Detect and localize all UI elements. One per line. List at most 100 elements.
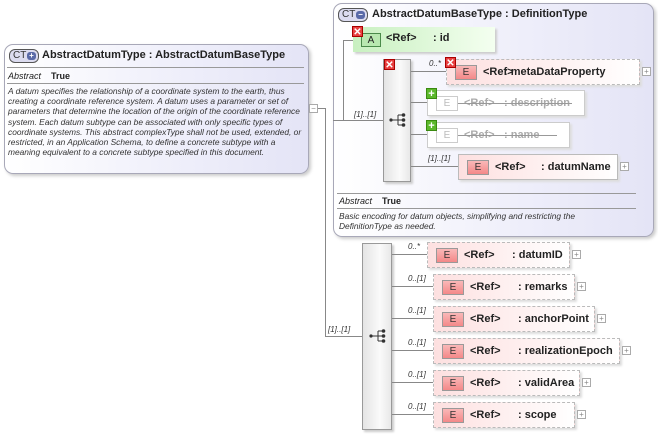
connector	[411, 134, 427, 135]
connector	[392, 414, 433, 415]
removed-icon: ✕	[445, 57, 456, 69]
attribute-ref: <Ref>	[386, 32, 417, 44]
connector	[325, 108, 326, 337]
element-tag: E	[436, 128, 458, 143]
occurrence-label: [1]..[1]	[428, 154, 451, 163]
added-icon: +	[426, 88, 437, 100]
abstract-label: Abstract	[339, 196, 373, 206]
expand-toggle[interactable]: +	[597, 314, 606, 323]
element-datumID[interactable]: E <Ref> : datumID	[427, 242, 570, 268]
element-scope[interactable]: E <Ref> : scope	[433, 402, 575, 428]
element-ref: <Ref>	[470, 409, 501, 421]
element-name: : realizationEpoch	[518, 345, 613, 357]
type-title: AbstractDatumBaseType : DefinitionType	[372, 8, 588, 20]
abstract-row: Abstract True	[8, 71, 70, 81]
connector	[392, 382, 433, 383]
element-tag: E	[442, 312, 464, 327]
element-name[interactable]: E <Ref> : name	[427, 122, 570, 148]
attribute-tag: A	[361, 33, 381, 47]
element-ref: <Ref>	[470, 377, 501, 389]
element-tag: E	[436, 96, 458, 111]
element-ref: <Ref>	[464, 249, 495, 261]
element-datumName[interactable]: E <Ref> : datumName	[458, 154, 618, 180]
element-metaDataProperty[interactable]: E <Ref> : metaDataProperty	[446, 59, 640, 85]
collapse-toggle[interactable]: −	[309, 104, 318, 113]
connector	[392, 254, 427, 255]
element-name: : validArea	[518, 377, 575, 389]
occurrence-label: 0..[1]	[408, 402, 426, 411]
divider	[7, 67, 304, 68]
connector	[411, 102, 427, 103]
abstract-value: True	[51, 71, 71, 81]
connector	[318, 108, 325, 109]
connector	[411, 71, 446, 72]
connector	[392, 286, 433, 287]
element-ref: <Ref>	[470, 281, 501, 293]
complex-type-icon: CT +	[9, 49, 39, 63]
expand-toggle[interactable]: +	[620, 162, 629, 171]
type-description: A datum specifies the relationship of a …	[8, 86, 302, 158]
abstract-datum-type-box[interactable]: CT + AbstractDatumType : AbstractDatumBas…	[4, 44, 309, 174]
sequence-icon	[389, 113, 406, 127]
abstract-row: Abstract True	[339, 196, 401, 206]
element-name: : anchorPoint	[518, 313, 589, 325]
element-tag: E	[442, 344, 464, 359]
element-description[interactable]: E <Ref> : description	[427, 90, 585, 116]
type-title: AbstractDatumType : AbstractDatumBaseTyp…	[42, 49, 286, 61]
element-tag: E	[442, 376, 464, 391]
complex-type-icon: CT −	[338, 8, 368, 22]
sequence-occurrence: [1]..[1]	[328, 325, 351, 334]
element-tag: E	[467, 160, 489, 175]
element-name: : datumID	[512, 249, 563, 261]
element-ref: <Ref>	[470, 313, 501, 325]
divider	[337, 208, 636, 209]
strikethrough	[458, 135, 557, 136]
element-name: : metaDataProperty	[504, 66, 606, 78]
element-realizationEpoch[interactable]: E <Ref> : realizationEpoch	[433, 338, 620, 364]
element-ref: <Ref>	[495, 161, 526, 173]
abstract-label: Abstract	[8, 71, 42, 81]
element-name: : scope	[518, 409, 557, 421]
occurrence-label: 0..[1]	[408, 306, 426, 315]
element-tag: E	[436, 248, 458, 263]
element-ref: <Ref>	[470, 345, 501, 357]
connector	[392, 350, 433, 351]
expand-toggle[interactable]: +	[582, 378, 591, 387]
element-validArea[interactable]: E <Ref> : validArea	[433, 370, 580, 396]
connector	[343, 40, 353, 41]
connector	[325, 336, 362, 337]
element-name: : datumName	[541, 161, 611, 173]
element-tag: E	[455, 65, 477, 80]
occurrence-label: 0..*	[408, 242, 421, 251]
abstract-value: True	[382, 196, 402, 206]
attribute-name: : id	[433, 32, 450, 44]
sequence-icon	[369, 329, 386, 343]
sequence-occurrence: [1]..[1]	[354, 110, 377, 119]
removed-icon: ✕	[384, 59, 395, 71]
element-tag: E	[442, 408, 464, 423]
strikethrough	[458, 103, 572, 104]
type-description: Basic encoding for datum objects, simpli…	[339, 211, 576, 232]
expand-toggle[interactable]: +	[572, 250, 581, 259]
expand-toggle[interactable]: +	[577, 282, 586, 291]
expand-toggle[interactable]: +	[642, 67, 651, 76]
element-anchorPoint[interactable]: E <Ref> : anchorPoint	[433, 306, 595, 332]
added-icon: +	[426, 120, 437, 132]
connector	[343, 40, 344, 121]
connector	[392, 318, 433, 319]
divider	[337, 193, 636, 194]
expand-toggle[interactable]: +	[622, 346, 631, 355]
element-remarks[interactable]: E <Ref> : remarks	[433, 274, 575, 300]
connector	[411, 166, 458, 167]
occurrence-label: 0..[1]	[408, 370, 426, 379]
connector	[333, 120, 383, 121]
removed-icon: ✕	[352, 26, 363, 38]
attribute-id[interactable]: A <Ref> : id	[353, 27, 495, 52]
element-name: : remarks	[518, 281, 568, 293]
occurrence-label: 0..*	[429, 59, 442, 68]
divider	[7, 83, 304, 84]
element-tag: E	[442, 280, 464, 295]
occurrence-label: 0..[1]	[408, 274, 426, 283]
expand-toggle[interactable]: +	[577, 410, 586, 419]
occurrence-label: 0..[1]	[408, 338, 426, 347]
